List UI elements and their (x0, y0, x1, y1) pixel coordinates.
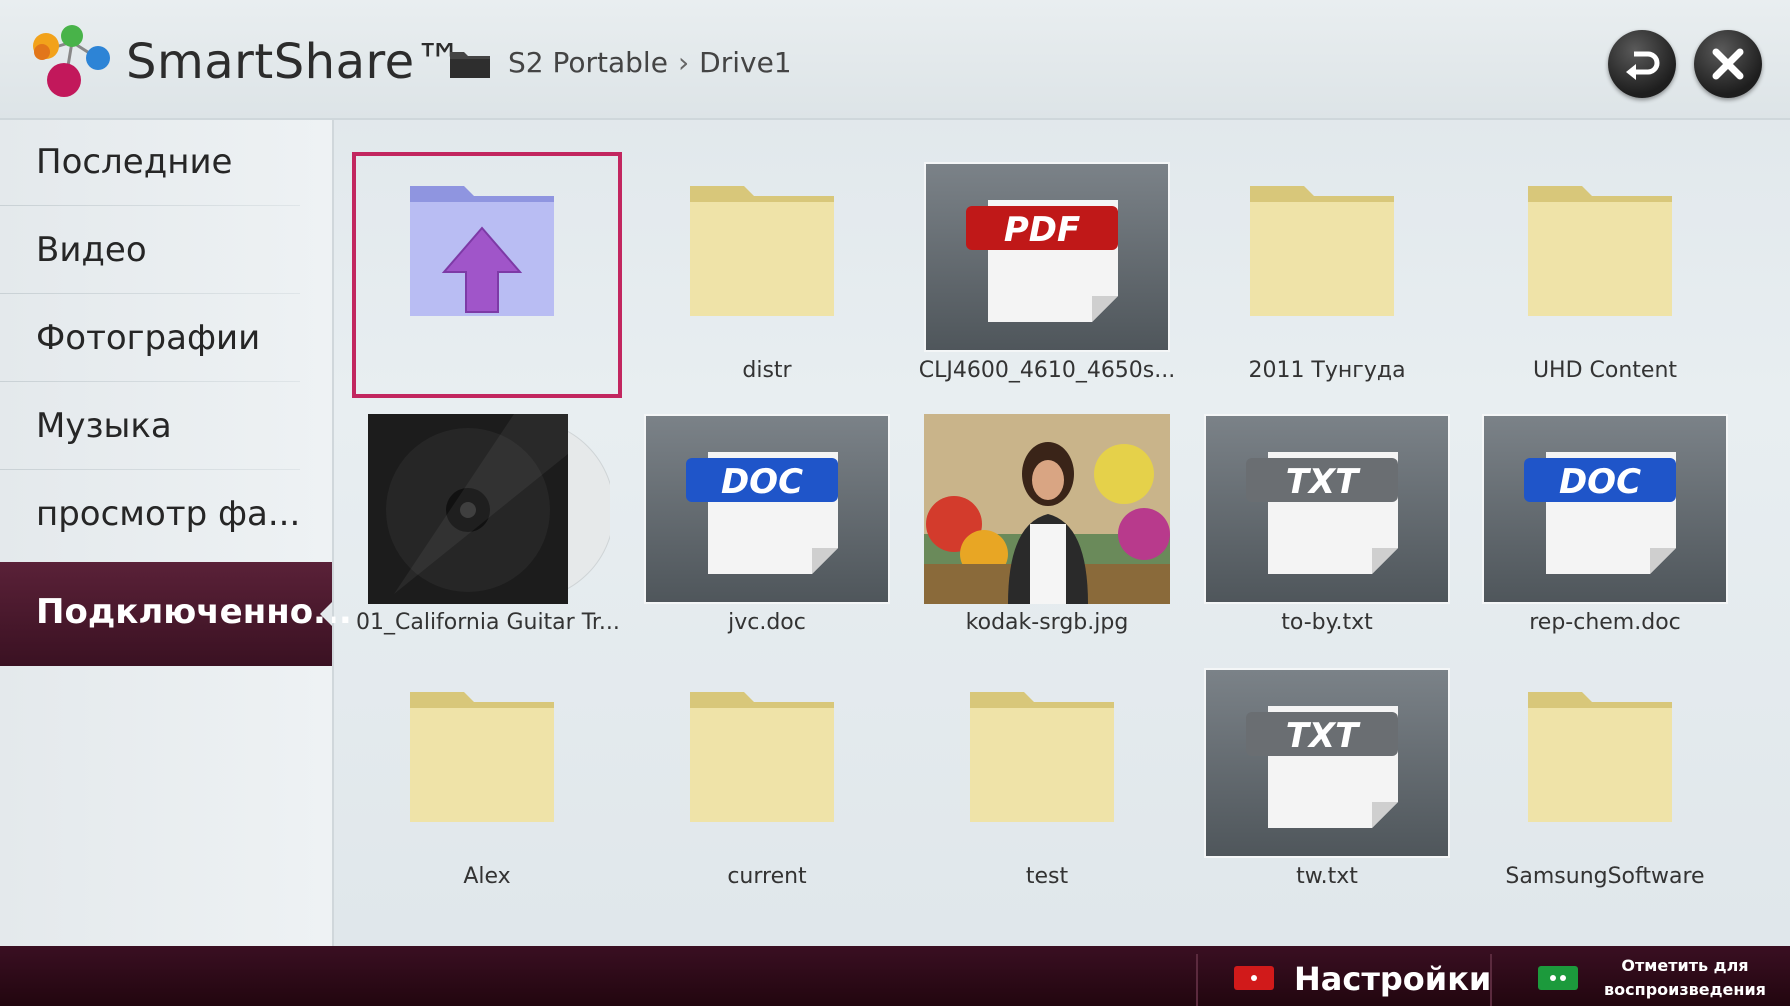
file-label: to-by.txt (1281, 610, 1373, 635)
file-tile-folder[interactable]: UHD Content (1474, 156, 1736, 394)
sidebar: Последние Видео Фотографии Музыка просмо… (0, 120, 334, 946)
file-tile-doc[interactable]: DOC rep-chem.doc (1474, 408, 1736, 646)
file-type-badge: TXT (1285, 462, 1359, 502)
red-key-icon (1234, 966, 1274, 990)
file-label: test (1025, 864, 1069, 889)
bottom-bar (0, 946, 1790, 1006)
file-tile-up[interactable] (352, 152, 622, 398)
file-type-badge: DOC (720, 462, 804, 502)
header-bar: SmartShare™ S2 Portable › Drive1 (0, 0, 1790, 120)
sidebar-item-label: Музыка (36, 406, 172, 446)
file-tile-folder[interactable]: Alex (356, 662, 618, 900)
file-label: 01_California Guitar Tr... (356, 610, 618, 635)
pdf-file-icon: PDF (924, 162, 1170, 352)
file-label: Alex (463, 864, 511, 889)
folder-icon (690, 692, 834, 822)
file-label: rep-chem.doc (1529, 610, 1681, 635)
sidebar-item-label: Последние (36, 142, 233, 182)
sidebar-item-file-viewer[interactable]: просмотр фа... (0, 472, 300, 558)
file-label: jvc.doc (728, 610, 806, 635)
file-label: CLJ4600_4610_4650s... (918, 358, 1176, 383)
doc-file-icon: DOC (644, 414, 890, 604)
txt-file-icon: TXT (1204, 668, 1450, 858)
app-title: SmartShare™ (126, 34, 464, 90)
back-arrow-icon (1626, 51, 1660, 80)
file-tile-folder[interactable]: 2011 Тунгуда (1196, 156, 1458, 394)
folder-icon (1250, 186, 1394, 316)
file-label: UHD Content (1532, 358, 1678, 383)
sidebar-item-photos[interactable]: Фотографии (0, 296, 300, 382)
file-label: tw.txt (1296, 864, 1358, 889)
file-type-badge: TXT (1285, 716, 1359, 756)
file-tile-folder[interactable]: current (636, 662, 898, 900)
settings-button[interactable]: Настройки (1294, 960, 1491, 998)
breadcrumb-separator-icon: › (677, 46, 690, 79)
file-tile-folder[interactable]: test (916, 662, 1178, 900)
divider (1196, 954, 1198, 1006)
sidebar-item-connected[interactable]: Подключенно... (0, 562, 352, 666)
sidebar-item-label: Фотографии (36, 318, 261, 358)
sidebar-item-recent[interactable]: Последние (0, 120, 300, 206)
txt-file-icon: TXT (1204, 414, 1450, 604)
file-tile-folder[interactable]: distr (636, 156, 898, 394)
file-tile-pdf[interactable]: PDF CLJ4600_4610_4650s... (916, 156, 1178, 394)
file-tile-txt[interactable]: TXT to-by.txt (1196, 408, 1458, 646)
sidebar-item-label: Видео (36, 230, 147, 270)
file-label: current (727, 864, 807, 889)
file-label: SamsungSoftware (1505, 864, 1705, 889)
file-tile-txt[interactable]: TXT tw.txt (1196, 662, 1458, 900)
green-key-icon (1538, 966, 1578, 990)
breadcrumb-device[interactable]: S2 Portable (508, 46, 668, 79)
mark-for-playback-button[interactable]: Отметить для воспроизведения (1590, 954, 1780, 1002)
selection-notch (320, 602, 332, 626)
music-album-icon (368, 414, 610, 604)
folder-icon (690, 186, 834, 316)
folder-icon (410, 692, 554, 822)
file-tile-photo[interactable]: kodak-srgb.jpg (916, 408, 1178, 646)
folder-icon (450, 52, 490, 78)
file-type-badge: PDF (1003, 210, 1081, 250)
file-label: kodak-srgb.jpg (965, 610, 1129, 635)
close-icon (1712, 48, 1744, 80)
breadcrumb: S2 Portable › Drive1 (508, 46, 792, 79)
smartshare-logo-icon (33, 25, 110, 97)
file-label: distr (742, 358, 792, 383)
sidebar-item-video[interactable]: Видео (0, 208, 300, 294)
up-folder-icon (410, 186, 554, 316)
file-tile-music[interactable]: 01_California Guitar Tr... (356, 408, 618, 646)
file-label: 2011 Тунгуда (1248, 358, 1406, 383)
close-button[interactable] (1694, 30, 1762, 98)
folder-icon (1528, 186, 1672, 316)
sidebar-item-music[interactable]: Музыка (0, 384, 300, 470)
doc-file-icon: DOC (1482, 414, 1728, 604)
file-tile-doc[interactable]: DOC jvc.doc (636, 408, 898, 646)
file-tile-folder[interactable]: SamsungSoftware (1474, 662, 1736, 900)
breadcrumb-folder[interactable]: Drive1 (699, 46, 791, 79)
folder-icon (1528, 692, 1672, 822)
folder-icon (970, 692, 1114, 822)
sidebar-item-label: Подключенно... (36, 592, 352, 632)
back-button[interactable] (1608, 30, 1676, 98)
file-type-badge: DOC (1558, 462, 1642, 502)
sidebar-item-label: просмотр фа... (36, 494, 301, 534)
photo-thumbnail-icon (924, 414, 1170, 604)
